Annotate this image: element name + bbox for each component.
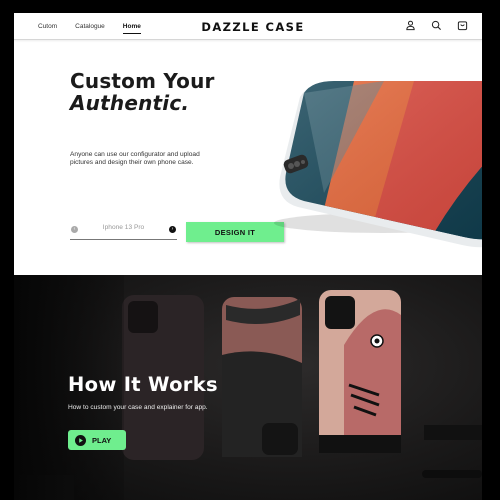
play-button[interactable]: PLAY — [68, 430, 126, 450]
cart-icon[interactable] — [457, 20, 468, 31]
play-icon — [75, 434, 86, 446]
chevron-right-icon[interactable]: › — [169, 226, 176, 233]
hero-title: Custom Your Authentic. — [70, 70, 215, 114]
phone-model-selector[interactable]: ‹ Iphone 13 Pro › — [70, 221, 177, 240]
site-header: Cutom Catalogue Home DAZZLE CASE — [14, 13, 482, 40]
phone-case-image — [264, 73, 482, 263]
how-it-works-title: How It Works — [68, 373, 218, 396]
page: Cutom Catalogue Home DAZZLE CASE Custom … — [14, 13, 482, 500]
hero-title-line1: Custom Your — [70, 69, 215, 93]
how-it-works-description: How to custom your case and explainer fo… — [68, 404, 208, 411]
hero-description: Anyone can use our configurator and uplo… — [70, 151, 200, 166]
user-icon[interactable] — [405, 20, 416, 31]
hero-title-line2: Authentic. — [70, 91, 190, 115]
how-it-works-section: How It Works How to custom your case and… — [14, 275, 482, 500]
phone-model-value: Iphone 13 Pro — [102, 224, 145, 231]
search-icon[interactable] — [431, 20, 442, 31]
play-label: PLAY — [92, 435, 112, 445]
header-actions — [405, 20, 468, 31]
